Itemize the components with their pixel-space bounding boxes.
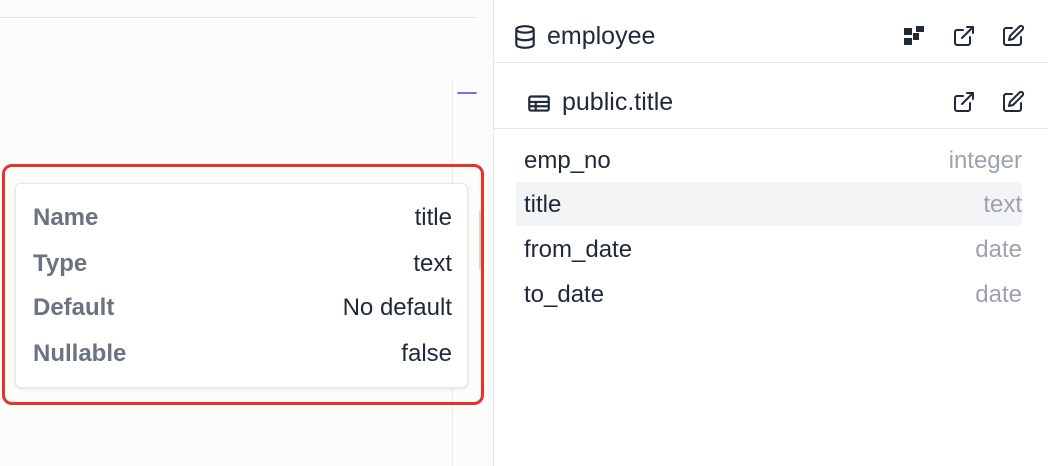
column-name: from_date — [524, 236, 633, 263]
schema-diagram-icon[interactable] — [902, 24, 926, 48]
external-link-icon[interactable] — [952, 90, 976, 114]
divider — [0, 17, 478, 18]
table-icon — [526, 90, 552, 116]
column-row-to-date[interactable]: to_date date — [516, 272, 1022, 316]
active-tab-indicator — [457, 92, 477, 94]
column-type: date — [975, 281, 1022, 308]
column-row-emp-no[interactable]: emp_no integer — [516, 138, 1022, 182]
table-header: public.title — [494, 66, 1048, 129]
column-row-from-date[interactable]: from_date date — [516, 227, 1022, 271]
column-type: date — [975, 236, 1022, 263]
database-name: employee — [547, 22, 656, 50]
column-type: integer — [948, 147, 1022, 174]
database-header: employee — [494, 0, 1048, 63]
highlight-annotation — [2, 164, 484, 405]
database-icon — [512, 24, 538, 50]
edit-icon[interactable] — [1001, 24, 1025, 48]
column-row-title[interactable]: title text — [516, 182, 1022, 226]
column-name: emp_no — [524, 147, 611, 174]
editor-pane: Name title Type text Default No default … — [0, 0, 484, 466]
column-type: text — [983, 191, 1022, 218]
column-name: title — [524, 191, 562, 218]
edit-icon[interactable] — [1001, 90, 1025, 114]
column-name: to_date — [524, 281, 605, 308]
external-link-icon[interactable] — [952, 24, 976, 48]
schema-panel: employee public.title emp_no integer tit… — [493, 0, 1048, 466]
table-name: public.title — [562, 88, 674, 116]
